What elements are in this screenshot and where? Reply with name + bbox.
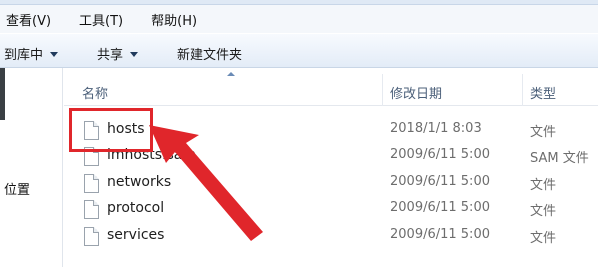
arrow-icon — [149, 125, 263, 241]
arrow-annotation — [149, 125, 263, 241]
